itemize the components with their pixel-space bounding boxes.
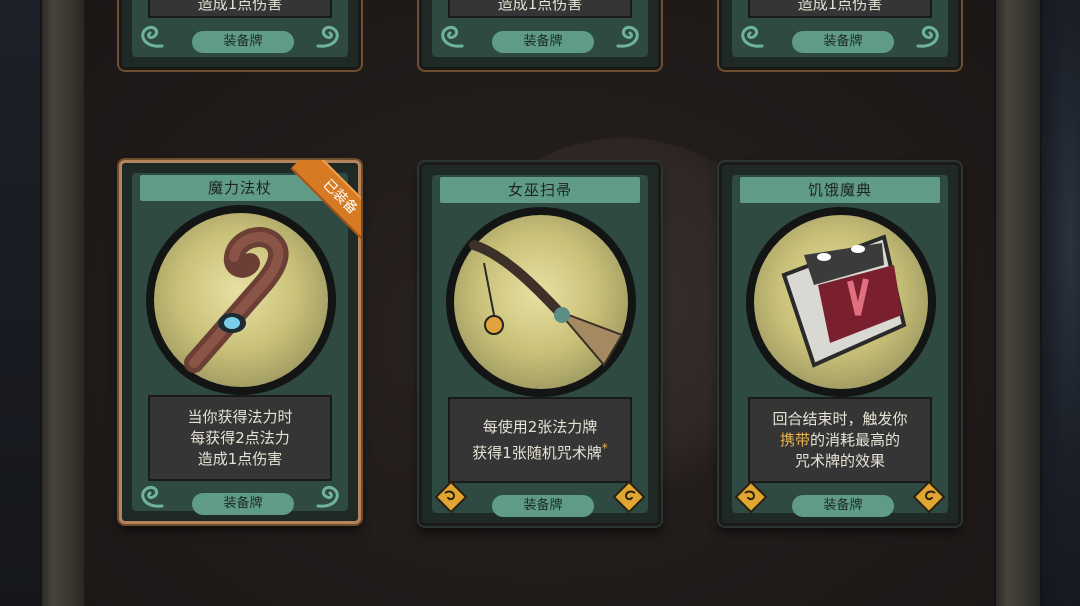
swirl-ornament-icon [916, 25, 939, 48]
swirl-ornament-icon [316, 25, 339, 48]
gold-rune-icon [912, 480, 946, 514]
card-description: 每使用2张法力牌 获得1张随机咒术牌* [448, 397, 632, 483]
swirl-ornament-icon [741, 25, 764, 48]
equipped-badge: 已装备 [277, 160, 361, 244]
equip-card-button[interactable]: 装备牌 [792, 495, 894, 517]
card-top-1[interactable]: 造成1点伤害 装备牌 [119, 0, 361, 70]
card-title: 饥饿魔典 [807, 181, 872, 199]
card-description: 造成1点伤害 [748, 0, 932, 18]
panel-rail-right [994, 0, 1042, 606]
gold-rune-icon [434, 480, 468, 514]
card-description: 造成1点伤害 [148, 0, 332, 18]
panel-rail-left [40, 0, 88, 606]
equip-card-button[interactable]: 装备牌 [192, 493, 294, 515]
card-description: 造成1点伤害 [448, 0, 632, 18]
gold-rune-icon [734, 480, 768, 514]
witch-broom-icon [469, 240, 624, 367]
swirl-ornament-icon [141, 25, 164, 48]
swirl-ornament-icon [616, 25, 639, 48]
equip-card-button[interactable]: 装备牌 [492, 495, 594, 517]
equip-card-button[interactable]: 装备牌 [792, 31, 894, 53]
card-top-2[interactable]: 造成1点伤害 装备牌 [419, 0, 661, 70]
card-hungry-grimoire[interactable]: 饥饿魔典 回合结束时，触发你 携带的消耗最高的 咒术牌的效果 装备牌 [719, 162, 961, 526]
gold-rune-icon [612, 480, 646, 514]
swirl-ornament-icon [441, 25, 464, 48]
card-description: 回合结束时，触发你 携带的消耗最高的 咒术牌的效果 [748, 397, 932, 483]
card-magic-staff[interactable]: 魔力法杖 当你获得法力时 每获得2点法力 造成1点伤害 装备牌 已装备 [119, 160, 361, 524]
card-witch-broom[interactable]: 女巫扫帚 每使用2张法力牌 获得1张随机咒术牌* 装备牌 [419, 162, 661, 526]
card-top-3[interactable]: 造成1点伤害 装备牌 [719, 0, 961, 70]
hungry-grimoire-icon [781, 234, 907, 368]
equip-card-button[interactable]: 装备牌 [492, 31, 594, 53]
equip-card-button[interactable]: 装备牌 [192, 31, 294, 53]
keyword-highlight: 携带 [779, 430, 810, 449]
card-title: 女巫扫帚 [507, 181, 572, 199]
card-description: 当你获得法力时 每获得2点法力 造成1点伤害 [148, 395, 332, 481]
swirl-ornament-icon [316, 485, 339, 508]
swirl-ornament-icon [141, 485, 164, 508]
